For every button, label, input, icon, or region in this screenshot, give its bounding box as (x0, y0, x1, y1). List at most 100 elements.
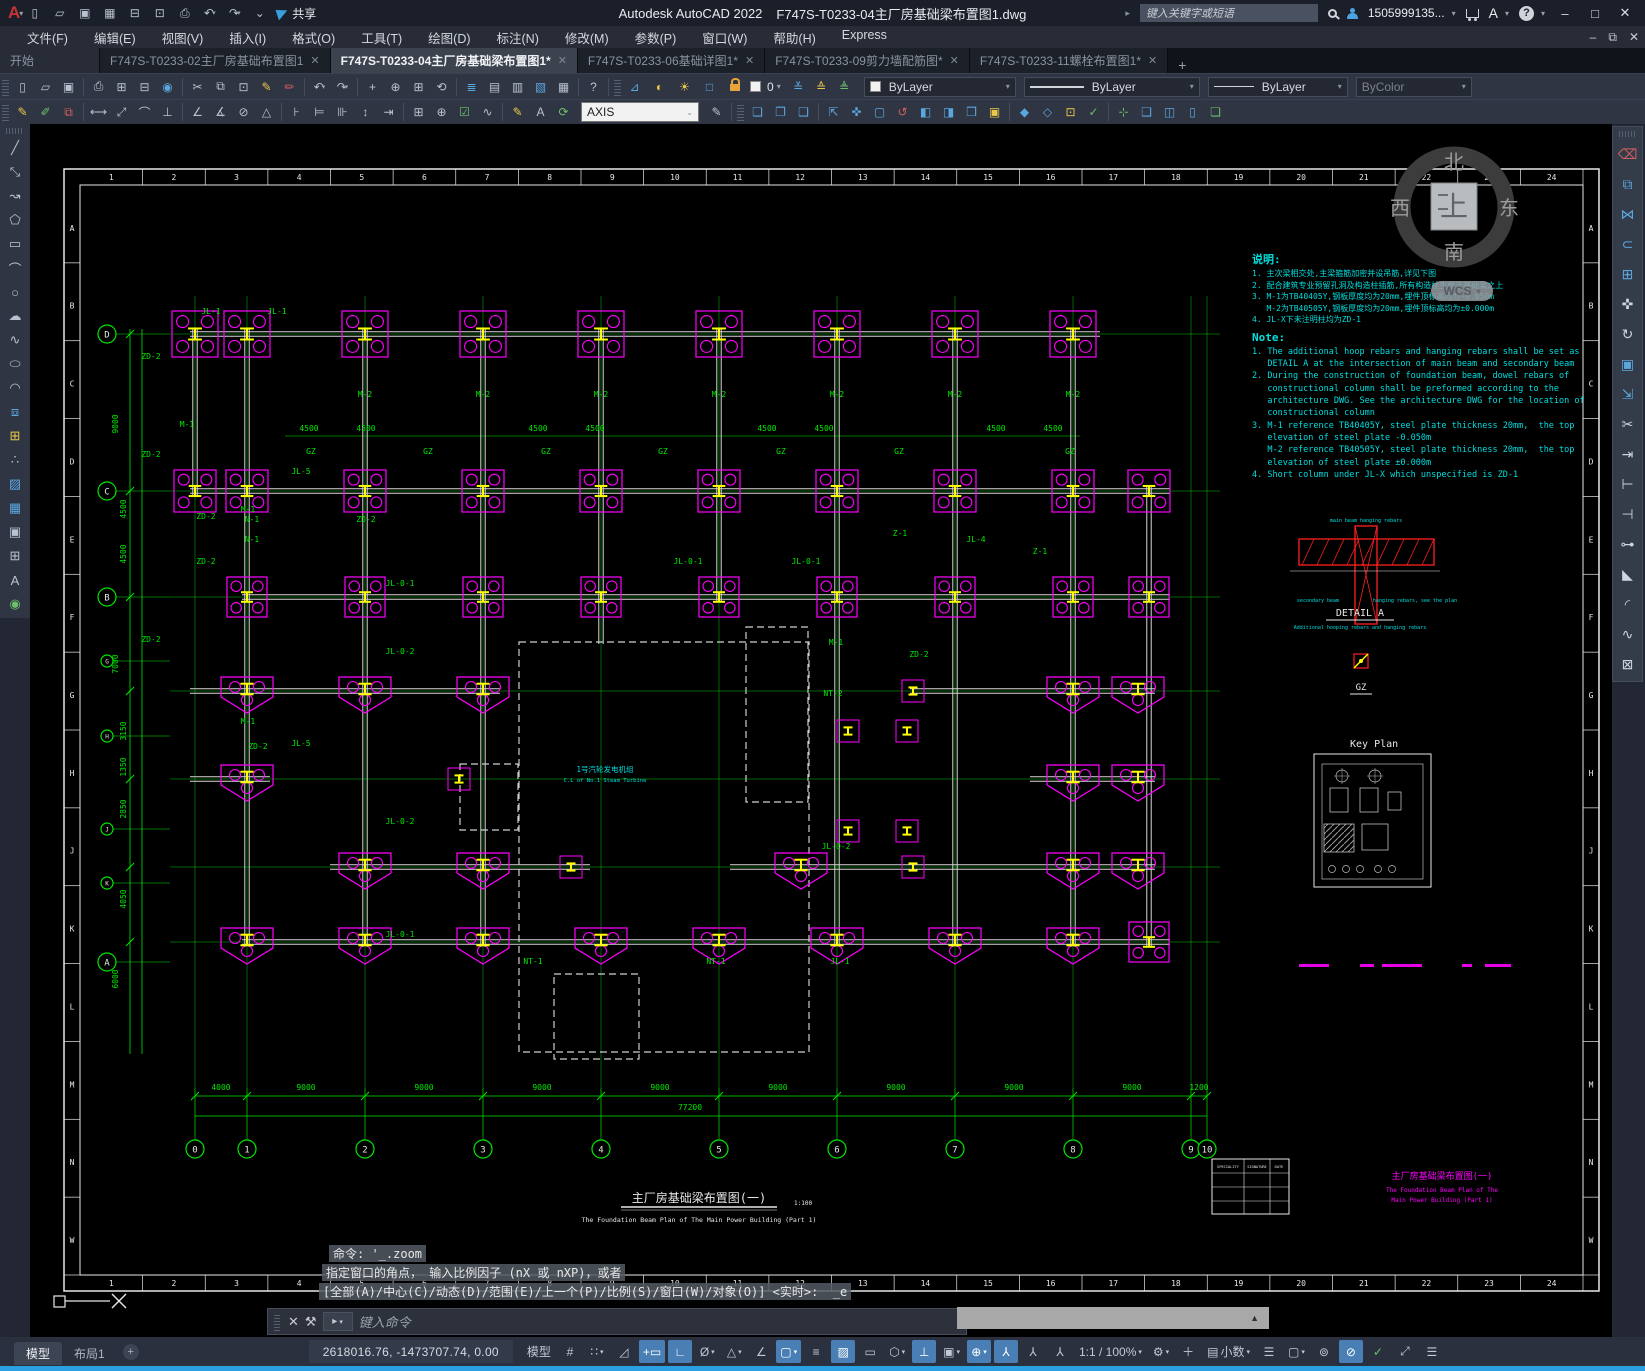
polygon-button[interactable]: ⬠ (3, 208, 27, 232)
ellipse-button[interactable]: ⬭ (3, 352, 27, 376)
dim-style-dropdown[interactable]: AXIS ⌄ (581, 102, 699, 122)
snap-mode-toggle[interactable]: ∷ ▾ (585, 1340, 609, 1363)
redo-button[interactable]: ↷ ▾ (223, 3, 246, 24)
layer-on-button[interactable]: ◐ (648, 76, 671, 97)
break-button[interactable]: ⊣ (1616, 499, 1640, 529)
dock-grip[interactable] (274, 1312, 280, 1331)
caret-icon[interactable]: ▾ (212, 9, 216, 17)
group-edit-button[interactable]: ▯ (1181, 102, 1204, 123)
chamfer-button[interactable]: ◣ (1616, 559, 1640, 589)
caret-icon[interactable]: ▾ (322, 83, 326, 91)
dim-inspect-button[interactable]: ☑ (453, 102, 476, 123)
fillet-button[interactable]: ◜ (1616, 589, 1640, 619)
insert-block-button[interactable]: ⧈ (3, 400, 27, 424)
xref-clip-button[interactable]: ❐ (769, 102, 792, 123)
app-store-cart-icon[interactable] (1465, 8, 1479, 21)
mirror-button[interactable]: ⋈ (1616, 199, 1640, 229)
undo-button[interactable]: ↶ ▾ (198, 3, 221, 24)
menu-工具T[interactable]: 工具(T) (348, 28, 415, 47)
tolerance-button[interactable]: ⊞ (407, 102, 430, 123)
grid-display-toggle[interactable]: # (558, 1340, 582, 1363)
quickcalc-button[interactable]: ▦ (552, 76, 575, 97)
layer-tools-button[interactable]: ⊿ (623, 76, 646, 97)
revision-cloud-button[interactable]: ☁ (3, 304, 27, 328)
toolbar-grip[interactable] (1618, 131, 1637, 137)
lineweight-control-dropdown[interactable]: ByLayer ▾ (1207, 76, 1348, 97)
menu-修改M[interactable]: 修改(M) (552, 28, 622, 47)
zoom-window-button[interactable]: ⊞ (407, 76, 430, 97)
ellipse-arc-button[interactable]: ◠ (3, 376, 27, 400)
tab-close-icon[interactable]: ✕ (1148, 54, 1157, 67)
layout-tab-布局1[interactable]: 布局1 (62, 1342, 117, 1365)
point-button[interactable]: ∴ (3, 448, 27, 472)
transparency-toggle[interactable]: ▨ (831, 1340, 856, 1363)
layer-previous-button[interactable]: ≙ (810, 76, 833, 97)
dim-style-edit-button[interactable]: ✎ (506, 102, 529, 123)
center-mark-button[interactable]: ⊕ (430, 102, 453, 123)
dynamic-input-toggle[interactable]: +▭ (638, 1340, 666, 1363)
table-button[interactable]: ⊞ (3, 544, 27, 568)
new-tab-button[interactable]: + (1168, 57, 1196, 73)
new-button[interactable]: ▯ (11, 76, 34, 97)
menu-格式O[interactable]: 格式(O) (279, 28, 348, 47)
dim-continue-button[interactable]: ⊨ (308, 102, 331, 123)
tab-close-icon[interactable]: ✕ (310, 54, 319, 67)
dim-diameter-button[interactable]: ⊘ (232, 102, 255, 123)
caret-icon[interactable]: ▾ (237, 9, 241, 17)
save-as-button[interactable]: ▦ (98, 3, 121, 24)
dock-customize-icon[interactable]: ⚒ (305, 1314, 317, 1330)
units-button[interactable]: ▤ 小数 ▾ (1203, 1340, 1254, 1363)
dim-linear-button[interactable]: ⟷ (87, 102, 110, 123)
layout-tab-模型[interactable]: 模型 (14, 1341, 63, 1365)
file-tab[interactable]: 开始 (0, 48, 100, 73)
dim-jogged-button[interactable]: ∿ (476, 102, 499, 123)
block-mirror-button[interactable]: ◨ (937, 102, 960, 123)
match-properties-button[interactable]: ✎ (255, 76, 278, 97)
dim-spacing-button[interactable]: ⊪ (331, 102, 354, 123)
clean-screen-button[interactable]: ⤢ (1393, 1340, 1417, 1363)
undo-button[interactable]: ↶ ▾ (308, 76, 331, 97)
menu-标注N[interactable]: 标注(N) (484, 28, 552, 47)
copy-button[interactable]: ⧉ (1616, 169, 1640, 199)
file-tab[interactable]: F747S-T0233-02主厂房基础布置图1 ✕ (100, 48, 331, 73)
cut-button[interactable]: ✂ (186, 76, 209, 97)
color-control-dropdown[interactable]: ByLayer ▾ (863, 76, 1016, 97)
annotation-autoscale-toggle[interactable]: ⅄ (1021, 1340, 1045, 1363)
help-icon[interactable]: ? (1518, 5, 1534, 21)
layer-freeze-button[interactable]: ☀ (673, 76, 696, 97)
plot-button[interactable]: ⎙ (87, 76, 110, 97)
spline-button[interactable]: ∿ (3, 328, 27, 352)
layer-states-button[interactable]: ▤ (483, 76, 506, 97)
graphics-performance-toggle[interactable]: ⊘ (1338, 1340, 1363, 1363)
filter-check-icon[interactable]: ✓ (1366, 1340, 1390, 1363)
collapse-search-icon[interactable]: ▸ (1125, 8, 1130, 19)
help-caret-icon[interactable]: ▾ (1541, 9, 1545, 18)
menu-插入I[interactable]: 插入(I) (216, 28, 279, 47)
open-button[interactable]: ▱ (34, 76, 57, 97)
print-button[interactable]: ⎙ (173, 3, 196, 24)
open-button[interactable]: ▱ (48, 3, 71, 24)
extend-button[interactable]: ⇥ (1616, 439, 1640, 469)
offset-button[interactable]: ⊂ (1616, 229, 1640, 259)
new-layout-button[interactable]: + (122, 1343, 139, 1360)
3d-osnap-toggle[interactable]: ⬡ ▾ (885, 1340, 909, 1363)
dim-angular-button[interactable]: ∠ (186, 102, 209, 123)
revcloud2-button[interactable]: ◇ (1036, 102, 1059, 123)
dim-text-edit-button[interactable]: ✐ (34, 102, 57, 123)
dim-arc-button[interactable]: ⌒ (133, 102, 156, 123)
polyline-button[interactable]: ↝ (3, 184, 27, 208)
gradient-button[interactable]: ▦ (3, 496, 27, 520)
gizmo-toggle[interactable]: ⊕ ▾ (966, 1340, 991, 1363)
annotation-icon[interactable]: ⅄ (1048, 1340, 1072, 1363)
drawing-canvas[interactable]: 1122334455667788991010111112121313141415… (30, 124, 1612, 1337)
plot-button[interactable]: ⊟ (123, 3, 146, 24)
dynamic-ucs-toggle[interactable]: ⊥ (912, 1340, 937, 1363)
menu-编辑E[interactable]: 编辑(E) (81, 28, 149, 47)
lock-ui-button[interactable]: ▢ ▾ (1284, 1340, 1309, 1363)
update-button[interactable]: ⟳ (552, 102, 575, 123)
autodesk-a-icon[interactable]: A (1489, 5, 1498, 21)
command-prompt-icon[interactable]: ▸ ▾ (322, 1312, 353, 1331)
block-base-button[interactable]: ⇱ (822, 102, 845, 123)
new-drawing-button[interactable]: ▯ (23, 3, 46, 24)
menu-绘图D[interactable]: 绘图(D) (415, 28, 483, 47)
